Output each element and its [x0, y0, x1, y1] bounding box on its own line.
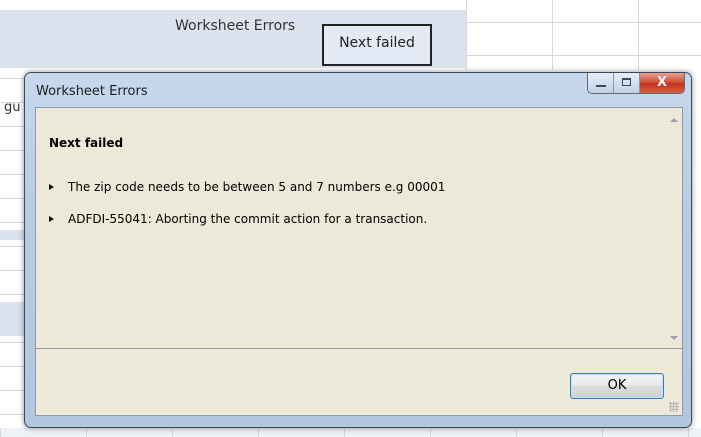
minimize-button[interactable]: [588, 73, 614, 93]
window-controls: X: [587, 73, 685, 94]
message-text: ADFDI-55041: Aborting the commit action …: [68, 212, 428, 226]
worksheet-errors-label: Worksheet Errors: [175, 18, 296, 34]
message-text: The zip code needs to be between 5 and 7…: [68, 180, 446, 194]
ok-button[interactable]: OK: [570, 373, 664, 399]
worksheet-grid: [466, 0, 701, 70]
vertical-scrollbar[interactable]: [665, 108, 682, 348]
worksheet-left-column: [0, 70, 26, 437]
list-item: ADFDI-55041: Aborting the commit action …: [49, 211, 445, 227]
next-failed-button[interactable]: Next failed: [322, 24, 432, 66]
close-button[interactable]: X: [640, 73, 684, 93]
message-heading: Next failed: [49, 136, 124, 150]
resize-grip-icon[interactable]: [669, 402, 679, 412]
scroll-up-arrow-icon[interactable]: [670, 118, 678, 122]
bullet-arrow-icon: [49, 216, 54, 222]
worksheet-row-band: [0, 302, 26, 336]
bullet-arrow-icon: [49, 184, 54, 190]
scroll-down-arrow-icon[interactable]: [670, 336, 678, 340]
maximize-icon: [622, 78, 631, 86]
close-icon: X: [656, 75, 668, 90]
worksheet-cell-text: gu: [4, 100, 21, 115]
maximize-button[interactable]: [614, 73, 640, 93]
worksheet-row-band: [0, 230, 26, 240]
worksheet-bottom-grid: [0, 428, 701, 437]
list-item: The zip code needs to be between 5 and 7…: [49, 179, 445, 195]
worksheet-errors-dialog: Worksheet Errors X Next failed The zip c…: [24, 72, 692, 428]
dialog-title: Worksheet Errors: [36, 84, 148, 99]
minimize-icon: [596, 85, 606, 87]
message-list: The zip code needs to be between 5 and 7…: [49, 179, 445, 243]
button-area: OK: [35, 349, 683, 416]
message-area: Next failed The zip code needs to be bet…: [35, 107, 683, 349]
